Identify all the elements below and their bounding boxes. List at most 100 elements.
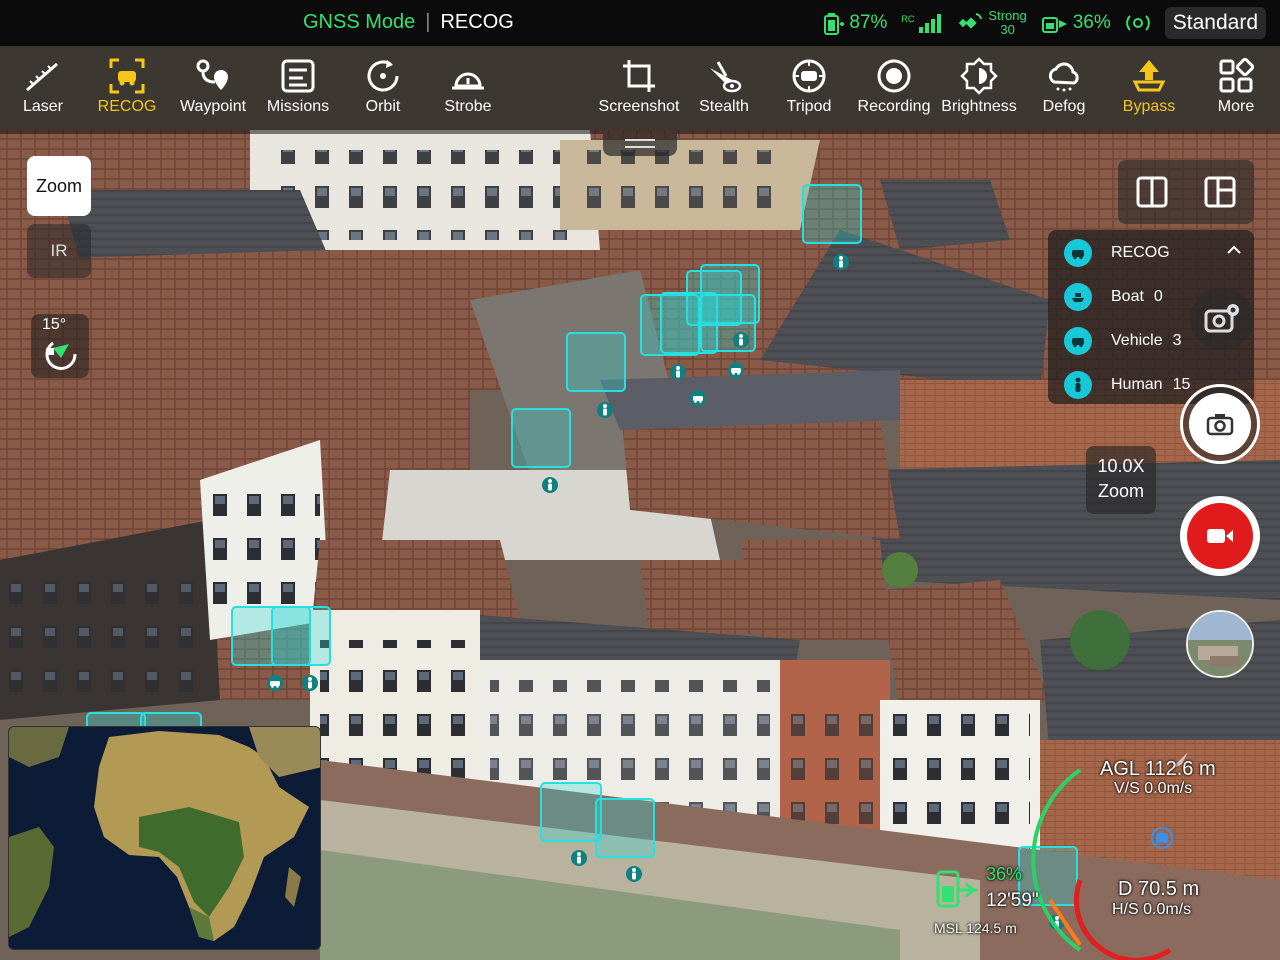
radar-icon: [1125, 15, 1150, 31]
image-transmission-signal[interactable]: Strong 30: [958, 8, 1027, 37]
tool-screenshot[interactable]: Screenshot: [596, 54, 682, 116]
aircraft-battery-value: 87%: [849, 12, 888, 33]
bypass-icon: [1132, 60, 1166, 92]
aircraft-battery[interactable]: 87%: [823, 10, 887, 36]
signal-strength-value: 30: [1000, 22, 1015, 37]
tool-label: Defog: [1042, 98, 1086, 115]
waypoint-icon: [196, 59, 228, 90]
tool-label: Recording: [857, 98, 931, 115]
zoom-lens-button[interactable]: Zoom: [27, 156, 91, 216]
detection-box-human[interactable]: [595, 798, 655, 858]
recog-car-icon: [109, 58, 145, 94]
divider: |: [425, 11, 431, 33]
detection-box-human[interactable]: [271, 606, 331, 666]
tool-brightness[interactable]: Brightness: [936, 54, 1022, 116]
laser-icon: [26, 62, 58, 92]
human-icon: [1064, 371, 1092, 399]
altitude-agl: AGL 112.6 m: [1100, 758, 1216, 780]
altitude-msl: MSL 124.5 m: [934, 920, 1017, 936]
tool-tripod[interactable]: Tripod: [766, 54, 852, 116]
vehicle-tag-icon: [728, 362, 744, 378]
human-tag-icon: [597, 402, 613, 418]
tool-label: Waypoint: [179, 98, 247, 115]
status-indicators: 87% RC Strong 30 36% Standard: [823, 6, 1266, 40]
remaining-flight-time: 12'59": [986, 890, 1039, 911]
rc-label: RC: [901, 14, 915, 24]
vehicle-tag-icon: [690, 390, 706, 406]
tool-label: Strobe: [444, 98, 492, 115]
tool-waypoint[interactable]: Waypoint: [170, 54, 256, 116]
tool-label: Laser: [22, 98, 64, 115]
detection-box-human[interactable]: [511, 408, 571, 468]
stealth-icon: [710, 61, 742, 93]
brightness-icon: [960, 57, 998, 95]
tool-stealth[interactable]: Stealth: [681, 54, 767, 116]
photo-shutter-button[interactable]: [1180, 384, 1260, 464]
record-video-button[interactable]: [1180, 496, 1260, 576]
home-distance: D 70.5 m: [1118, 878, 1200, 900]
tool-label: Orbit: [365, 98, 401, 115]
flight-profile-button[interactable]: Standard: [1164, 7, 1266, 39]
rc-battery[interactable]: 36%: [1041, 10, 1111, 36]
tool-label: Tripod: [786, 98, 832, 115]
tool-missions[interactable]: Missions: [255, 54, 341, 116]
human-tag-icon: [571, 850, 587, 866]
zoom-level-indicator[interactable]: 10.0X Zoom: [1086, 446, 1156, 514]
obstacle-avoidance-status[interactable]: [1125, 10, 1151, 36]
video-camera-icon: [1207, 529, 1233, 543]
recog-count: 15: [1172, 376, 1191, 393]
gimbal-pitch-indicator[interactable]: 15°: [31, 314, 89, 378]
world-map-image: [9, 727, 320, 949]
human-tag-icon: [542, 477, 558, 493]
tool-strobe[interactable]: Strobe: [425, 54, 511, 116]
tool-recording[interactable]: Recording: [851, 54, 937, 116]
detection-box-human[interactable]: [540, 782, 602, 842]
split-view-icon[interactable]: [1136, 176, 1168, 208]
recog-count: 0: [1153, 288, 1163, 305]
gallery-thumbnail[interactable]: [1186, 610, 1254, 678]
tool-more[interactable]: More: [1193, 54, 1279, 116]
recog-panel-header[interactable]: RECOG: [1064, 238, 1170, 268]
tool-bypass[interactable]: Bypass: [1106, 54, 1192, 116]
chevron-up-icon[interactable]: [1226, 242, 1242, 258]
tool-label: Bypass: [1122, 98, 1176, 115]
toolbar-collapse-handle[interactable]: [603, 134, 677, 156]
tool-laser[interactable]: Laser: [0, 54, 86, 116]
tool-toolbar: Laser RECOG Waypoint Missions Orbit Stro…: [0, 46, 1280, 134]
human-tag-icon: [302, 675, 318, 691]
tool-label: Stealth: [699, 98, 749, 115]
pip-view-icon[interactable]: [1204, 176, 1236, 208]
vertical-speed: V/S 0.0m/s: [1114, 780, 1193, 797]
tool-label: Missions: [266, 98, 330, 115]
recog-row-vehicle: Vehicle 3: [1064, 326, 1182, 356]
recog-count: 3: [1172, 332, 1182, 349]
camera-settings-button[interactable]: [1190, 288, 1254, 350]
camera-icon: [1206, 414, 1234, 436]
vehicle-tag-icon: [267, 675, 283, 691]
human-tag-icon: [626, 866, 642, 882]
satellite-icon: [959, 13, 983, 29]
tool-recog[interactable]: RECOG: [84, 54, 170, 116]
tool-defog[interactable]: Defog: [1021, 54, 1107, 116]
rc-signal[interactable]: RC: [901, 12, 944, 34]
recog-label: Boat: [1111, 288, 1144, 305]
detection-box-human[interactable]: [566, 332, 626, 392]
flight-hud: 36% 12'59" AGL 112.6 m V/S 0.0m/s D 70.5…: [930, 740, 1280, 960]
detection-box-human[interactable]: [802, 184, 862, 244]
recog-row-boat: Boat 0: [1064, 282, 1163, 312]
aircraft-battery-icon: [824, 13, 845, 35]
tool-label: RECOG: [97, 98, 157, 115]
minimap[interactable]: [8, 726, 321, 950]
human-tag-icon: [670, 364, 686, 380]
recog-label: Vehicle: [1111, 332, 1163, 349]
recog-label: Human: [1111, 376, 1163, 393]
tool-label: More: [1217, 98, 1255, 115]
tool-label: Screenshot: [598, 98, 680, 115]
ir-lens-button[interactable]: IR: [27, 224, 91, 278]
tool-label: Brightness: [941, 98, 1017, 115]
signal-strength-label: Strong: [988, 8, 1027, 23]
zoom-caption: Zoom: [1097, 481, 1144, 501]
orbit-icon: [367, 60, 399, 92]
signal-bars-icon: [919, 14, 942, 33]
tool-orbit[interactable]: Orbit: [340, 54, 426, 116]
